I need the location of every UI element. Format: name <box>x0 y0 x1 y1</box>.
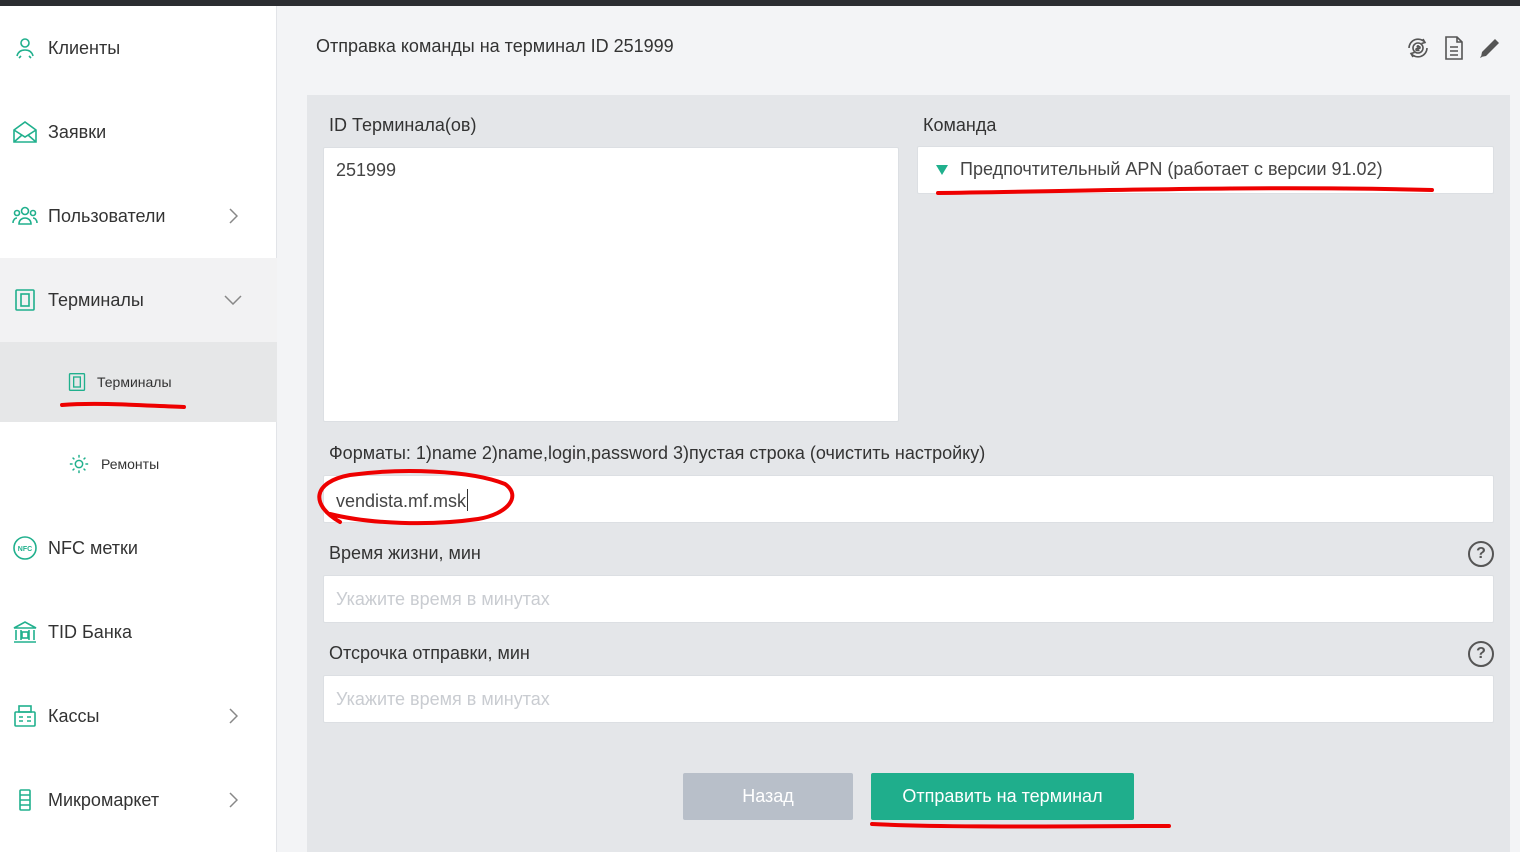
pencil-icon[interactable] <box>1476 34 1504 62</box>
sidebar-item-tid-bank[interactable]: TID Банка <box>0 590 277 674</box>
terminal-ids-label: ID Терминала(ов) <box>329 115 477 135</box>
header-actions <box>1404 34 1504 62</box>
sidebar-item-label: Клиенты <box>48 37 121 58</box>
sidebar-item-cash-registers[interactable]: Кассы <box>0 674 277 758</box>
sidebar-subitem-repairs[interactable]: Ремонты <box>0 424 277 504</box>
nfc-icon: NFC <box>12 535 38 561</box>
money-sync-icon[interactable] <box>1404 34 1432 62</box>
dropdown-triangle-icon <box>936 165 948 175</box>
document-icon[interactable] <box>1440 34 1468 62</box>
lifetime-label: Время жизни, мин <box>329 543 481 563</box>
apn-value-input[interactable]: vendista.mf.msk <box>323 475 1494 523</box>
chevron-right-icon <box>224 707 242 725</box>
terminal-ids-textarea[interactable]: 251999 <box>323 147 899 422</box>
sidebar-subitem-label: Ремонты <box>101 456 160 472</box>
svg-text:NFC: NFC <box>18 546 32 553</box>
sidebar-item-label: Кассы <box>48 705 100 726</box>
sidebar-item-label: Микромаркет <box>48 789 160 810</box>
sidebar-subitem-terminals[interactable]: Терминалы <box>0 342 277 422</box>
lifetime-placeholder: Укажите время в минутах <box>336 589 550 609</box>
apn-value-text: vendista.mf.msk <box>336 491 467 511</box>
sidebar-item-label: TID Банка <box>48 621 133 642</box>
sidebar-item-clients[interactable]: Клиенты <box>0 6 277 90</box>
sidebar-item-label: Пользователи <box>48 205 166 226</box>
sidebar-subitem-label: Терминалы <box>97 374 172 390</box>
repairs-gear-icon <box>66 451 92 477</box>
sidebar-item-label: Терминалы <box>48 289 144 310</box>
users-icon <box>12 203 38 229</box>
terminal-icon <box>12 287 38 313</box>
back-button[interactable]: Назад <box>683 773 853 820</box>
chevron-right-icon <box>224 207 242 225</box>
sidebar: Клиенты Заявки Пользователи Терминалы Те… <box>0 6 277 852</box>
delay-input[interactable]: Укажите время в минутах <box>323 675 1494 723</box>
sidebar-item-requests[interactable]: Заявки <box>0 90 277 174</box>
lifetime-input[interactable]: Укажите время в минутах <box>323 575 1494 623</box>
page-title: Отправка команды на терминал ID 251999 <box>316 36 674 56</box>
sidebar-item-nfc[interactable]: NFC NFC метки <box>0 506 277 590</box>
terminal-icon <box>64 369 90 395</box>
formats-label: Форматы: 1)name 2)name,login,password 3)… <box>329 443 986 463</box>
cash-register-icon <box>12 703 38 729</box>
help-icon[interactable]: ? <box>1468 541 1494 567</box>
sidebar-item-users[interactable]: Пользователи <box>0 174 277 258</box>
help-icon[interactable]: ? <box>1468 641 1494 667</box>
text-cursor <box>467 489 469 511</box>
sidebar-item-label: Заявки <box>48 121 107 142</box>
sidebar-item-micromarket[interactable]: Микромаркет <box>0 758 277 842</box>
terminal-ids-value: 251999 <box>336 160 397 180</box>
send-to-terminal-button[interactable]: Отправить на терминал <box>871 773 1134 820</box>
envelope-icon <box>12 119 38 145</box>
delay-placeholder: Укажите время в минутах <box>336 689 550 709</box>
command-label: Команда <box>923 115 997 135</box>
bank-icon <box>12 619 38 645</box>
sidebar-item-label: NFC метки <box>48 537 138 558</box>
command-select[interactable]: Предпочтительный APN (работает с версии … <box>917 146 1494 194</box>
micromarket-icon <box>12 787 38 813</box>
command-selected-value: Предпочтительный APN (работает с версии … <box>960 159 1383 179</box>
sidebar-item-terminals[interactable]: Терминалы <box>0 258 277 342</box>
delay-label: Отсрочка отправки, мин <box>329 643 530 663</box>
clients-icon <box>12 35 38 61</box>
chevron-down-icon <box>224 291 242 309</box>
chevron-right-icon <box>224 791 242 809</box>
